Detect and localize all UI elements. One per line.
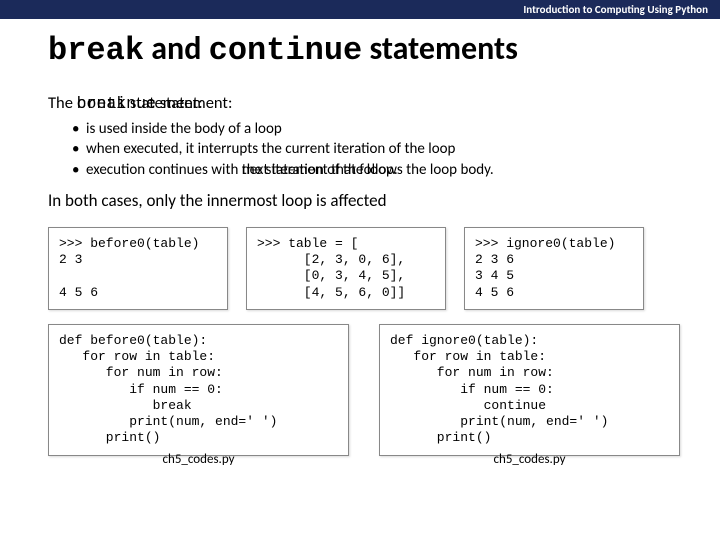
code-bottom-left: def before0(table): for row in table: fo… [48, 324, 349, 456]
course-title: Introduction to Computing Using Python [523, 3, 708, 16]
slide-content: break and continue statements The break … [0, 19, 720, 467]
lead-overlay-mono: continue [77, 94, 156, 113]
lead-overlay-tail: statement: [156, 93, 232, 113]
title-and: and [144, 29, 209, 68]
bullet-1: is used inside the body of a loop [72, 119, 680, 139]
bullet-3-prefix: execution continues with [86, 161, 242, 179]
title-keyword-continue: continue [209, 32, 363, 69]
code-top-mid: >>> table = [ [2, 3, 0, 6], [0, 3, 4, 5]… [246, 227, 446, 310]
code-row-bottom: def before0(table): for row in table: fo… [48, 324, 680, 467]
lead-overlap: break statement:continue statement: [77, 93, 203, 113]
code-top-left: >>> before0(table) 2 3 4 5 6 [48, 227, 228, 310]
code-bottom-right: def ignore0(table): for row in table: fo… [379, 324, 680, 456]
bullet-3: execution continues with the statement t… [72, 160, 680, 180]
bullet-3-overlap: the statement that follows the loop body… [242, 160, 494, 180]
title-keyword-break: break [48, 32, 144, 69]
lead-overlay: continue statement: [77, 93, 233, 113]
bullet-3-overlay: next iteration of the loop. [242, 160, 398, 180]
summary-line: In both cases, only the innermost loop i… [48, 190, 680, 211]
filename-left: ch5_codes.py [48, 452, 349, 467]
bottom-left-group: def before0(table): for row in table: fo… [48, 324, 349, 467]
lead-sentence: The break statement:continue statement: [48, 93, 680, 113]
code-top-right: >>> ignore0(table) 2 3 6 3 4 5 4 5 6 [464, 227, 644, 310]
bullet-list: is used inside the body of a loop when e… [72, 119, 680, 180]
bullet-2: when executed, it interrupts the current… [72, 139, 680, 159]
filename-right: ch5_codes.py [379, 452, 680, 467]
slide-title: break and continue statements [48, 29, 680, 69]
bottom-right-group: def ignore0(table): for row in table: fo… [379, 324, 680, 467]
title-rest: statements [362, 29, 518, 68]
course-header: Introduction to Computing Using Python [0, 0, 720, 19]
lead-prefix: The [48, 93, 77, 113]
code-row-top: >>> before0(table) 2 3 4 5 6 >>> table =… [48, 227, 680, 310]
